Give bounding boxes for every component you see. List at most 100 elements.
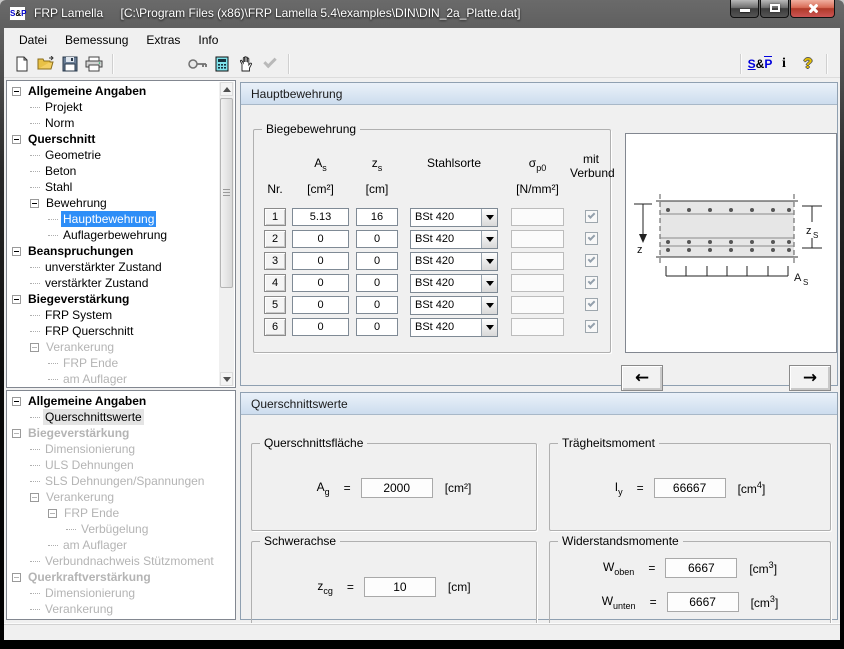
next-page-button[interactable]: →	[789, 365, 831, 391]
steel-grade-select[interactable]: BSt 420	[410, 318, 498, 337]
open-folder-icon	[37, 56, 55, 72]
collapse-icon[interactable]	[30, 199, 39, 208]
zs-input[interactable]	[356, 296, 398, 314]
tree-item-biegeverstaerkung: Biegeverstärkung	[7, 425, 235, 441]
maximize-button[interactable]	[760, 0, 789, 18]
steel-grade-select[interactable]: BSt 420	[410, 252, 498, 271]
bond-checkbox	[585, 254, 598, 267]
sp-website-button[interactable]: S&P	[749, 53, 771, 75]
tree-item-unverstaerkter-zustand[interactable]: unverstärkter Zustand	[7, 259, 235, 275]
steel-grade-select[interactable]: BSt 420	[410, 208, 498, 227]
row-number-button[interactable]: 4	[264, 274, 286, 292]
scroll-up-icon[interactable]	[220, 82, 233, 96]
minimize-button[interactable]	[730, 0, 759, 18]
dropdown-arrow-icon[interactable]	[481, 231, 497, 248]
tree-item-auflagerbewehrung[interactable]: Auflagerbewehrung	[7, 227, 235, 243]
tree-item-biegeverstaerkung[interactable]: Biegeverstärkung	[7, 291, 235, 307]
menu-extras[interactable]: Extras	[137, 31, 189, 49]
dropdown-arrow-icon[interactable]	[481, 275, 497, 292]
as-input[interactable]	[292, 318, 349, 336]
as-input[interactable]	[292, 296, 349, 314]
tree-item-bewehrung[interactable]: Bewehrung	[7, 195, 235, 211]
close-button[interactable]	[790, 0, 835, 18]
row-number-button[interactable]: 5	[264, 296, 286, 314]
steel-grade-select[interactable]: BSt 420	[410, 274, 498, 293]
steel-grade-select[interactable]: BSt 420	[410, 230, 498, 249]
dropdown-arrow-icon[interactable]	[481, 253, 497, 270]
tree-item-stahl[interactable]: Stahl	[7, 179, 235, 195]
open-file-button[interactable]	[35, 53, 57, 75]
bond-checkbox	[585, 320, 598, 333]
menu-info[interactable]: Info	[189, 31, 227, 49]
scrollbar-thumb[interactable]	[220, 98, 233, 288]
client-area: Datei Bemessung Extras Info	[4, 28, 840, 640]
sigma-input	[511, 208, 564, 226]
help-icon: ?	[803, 55, 812, 72]
col-header-mit-verbund: mitVerbund	[570, 152, 612, 180]
zs-input[interactable]	[356, 208, 398, 226]
menu-datei[interactable]: Datei	[10, 31, 56, 49]
cross-section-diagram: z z S A S	[625, 133, 837, 353]
previous-page-button[interactable]: ←	[621, 365, 663, 391]
zs-input[interactable]	[356, 230, 398, 248]
hauptbewehrung-panel: Hauptbewehrung Biegebewehrung As zs Stah…	[240, 82, 838, 386]
dropdown-arrow-icon[interactable]	[481, 297, 497, 314]
dim-label-as: A	[794, 272, 802, 284]
col-header-stahlsorte: Stahlsorte	[410, 156, 498, 170]
app-name: FRP Lamella	[34, 6, 103, 20]
new-document-icon	[14, 56, 30, 72]
collapse-icon[interactable]	[12, 247, 21, 256]
as-input[interactable]	[292, 274, 349, 292]
dropdown-arrow-icon[interactable]	[481, 319, 497, 336]
info-button[interactable]: i	[773, 53, 795, 75]
zs-input[interactable]	[356, 318, 398, 336]
tree-item-querschnittswerte[interactable]: Querschnittswerte	[7, 409, 235, 425]
calculate-button[interactable]	[211, 53, 233, 75]
print-button[interactable]	[83, 53, 105, 75]
as-input[interactable]	[292, 252, 349, 270]
tree-item-hauptbewehrung[interactable]: Hauptbewehrung	[7, 211, 235, 227]
tree-item-projekt[interactable]: Projekt	[7, 99, 235, 115]
collapse-icon[interactable]	[12, 87, 21, 96]
as-input[interactable]	[292, 208, 349, 226]
row-number-button[interactable]: 3	[264, 252, 286, 270]
collapse-icon[interactable]	[12, 397, 21, 406]
stop-button[interactable]	[235, 53, 257, 75]
row-number-button[interactable]: 2	[264, 230, 286, 248]
tree-scrollbar[interactable]	[219, 82, 234, 386]
dropdown-arrow-icon[interactable]	[481, 209, 497, 226]
tree-item-allgemeine-angaben[interactable]: Allgemeine Angaben	[7, 83, 235, 99]
steel-grade-select[interactable]: BSt 420	[410, 296, 498, 315]
zs-input[interactable]	[356, 252, 398, 270]
save-button[interactable]	[59, 53, 81, 75]
license-button[interactable]	[187, 53, 209, 75]
collapse-icon[interactable]	[12, 295, 21, 304]
as-input[interactable]	[292, 230, 349, 248]
tree-item-verstaerkter-zustand[interactable]: verstärkter Zustand	[7, 275, 235, 291]
check-icon	[588, 233, 596, 241]
scroll-down-icon[interactable]	[220, 372, 233, 386]
tree-item-norm[interactable]: Norm	[7, 115, 235, 131]
zs-input[interactable]	[356, 274, 398, 292]
rebar-row-3: 3 BSt 420	[254, 252, 610, 272]
tree-item-geometrie[interactable]: Geometrie	[7, 147, 235, 163]
collapse-icon[interactable]	[12, 135, 21, 144]
app-icon: S&P	[9, 6, 26, 21]
input-tree-panel: Allgemeine Angaben Projekt Norm Querschn…	[6, 80, 236, 388]
tree-item-beton[interactable]: Beton	[7, 163, 235, 179]
tree-item-beanspruchungen[interactable]: Beanspruchungen	[7, 243, 235, 259]
row-number-button[interactable]: 1	[264, 208, 286, 226]
menu-bemessung[interactable]: Bemessung	[56, 31, 137, 49]
tree-item-frp-system[interactable]: FRP System	[7, 307, 235, 323]
new-file-button[interactable]	[11, 53, 33, 75]
help-button[interactable]: ?	[797, 53, 819, 75]
ag-value: 2000	[361, 478, 433, 498]
title-bar[interactable]: S&P FRP Lamella [C:\Program Files (x86)\…	[0, 0, 844, 28]
rebar-row-5: 5 BSt 420	[254, 296, 610, 316]
tree-item-frp-querschnitt[interactable]: FRP Querschnitt	[7, 323, 235, 339]
querschnittswerte-panel: Querschnittswerte Querschnittsfläche Ag …	[240, 392, 838, 620]
row-number-button[interactable]: 6	[264, 318, 286, 336]
collapse-icon	[48, 509, 57, 518]
tree-item-querschnitt[interactable]: Querschnitt	[7, 131, 235, 147]
tree-item-allgemeine-angaben[interactable]: Allgemeine Angaben	[7, 393, 235, 409]
